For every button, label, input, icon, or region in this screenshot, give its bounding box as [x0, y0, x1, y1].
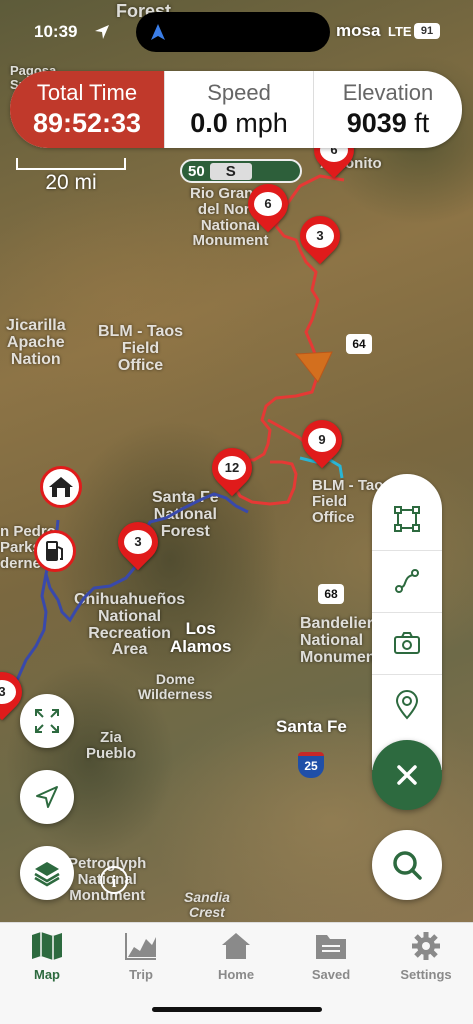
- status-bar: 10:39 LTE 91: [0, 0, 473, 64]
- gear-icon: [412, 932, 440, 960]
- tab-saved[interactable]: Saved: [284, 931, 378, 982]
- tab-map[interactable]: Map: [0, 931, 94, 982]
- lodging-poi-marker[interactable]: [40, 466, 86, 516]
- elevation-label: Elevation: [342, 80, 434, 105]
- total-time-value: 89:52:33: [32, 108, 142, 138]
- camera-icon: [394, 632, 420, 654]
- tab-trip[interactable]: Trip: [94, 931, 188, 982]
- map-tools-toolbar: [372, 474, 442, 770]
- elevation-unit: ft: [414, 108, 430, 138]
- speed-limit-number: 50: [188, 162, 205, 180]
- location-services-icon: [95, 25, 109, 39]
- layers-icon: [34, 862, 60, 887]
- speed-value: 0.0: [190, 108, 228, 138]
- battery-indicator: 91: [414, 23, 440, 39]
- home-indicator: [152, 1007, 322, 1012]
- fuel-poi-marker[interactable]: [34, 530, 80, 580]
- trip-stats-bar: Total Time 89:52:33 Speed 0.0 mph Elevat…: [10, 71, 462, 148]
- add-photo-tool[interactable]: [372, 612, 442, 675]
- scale-bar-line: [16, 158, 126, 170]
- close-tools-button[interactable]: [372, 740, 442, 810]
- network-indicator: LTE: [388, 24, 412, 39]
- map-scale-bar: 20 mi: [16, 158, 126, 195]
- lodging-icon: [49, 477, 73, 497]
- scale-bar-label: 20 mi: [45, 171, 97, 194]
- status-time: 10:39: [34, 22, 78, 41]
- search-button[interactable]: [372, 830, 442, 900]
- map-pin[interactable]: 9: [293, 411, 351, 474]
- waypoint-pin-icon: [395, 690, 419, 720]
- total-time-label: Total Time: [36, 80, 138, 105]
- dynamic-island: [136, 12, 330, 52]
- chart-icon: [125, 933, 156, 960]
- locate-me-button[interactable]: [20, 770, 74, 824]
- speed-stat: Speed 0.0 mph: [164, 71, 313, 148]
- speed-value-row: 0.0 mph: [190, 108, 288, 139]
- map-layers-button[interactable]: [20, 846, 74, 900]
- speed-label: Speed: [207, 80, 271, 105]
- map-pin[interactable]: 3: [291, 207, 349, 270]
- elevation-value: 9039: [346, 108, 407, 138]
- search-icon: [393, 851, 422, 880]
- tab-settings[interactable]: Settings: [379, 931, 473, 982]
- area-select-tool[interactable]: [372, 488, 442, 551]
- location-arrow-icon: [36, 786, 58, 808]
- fuel-icon: [46, 541, 63, 561]
- speed-limit-badge: 50 S: [180, 159, 302, 183]
- route-draw-tool[interactable]: [372, 550, 442, 613]
- map-pin[interactable]: 6: [239, 175, 297, 238]
- close-icon: [397, 765, 417, 785]
- map-icon: [32, 932, 62, 960]
- elevation-value-row: 9039 ft: [347, 108, 430, 139]
- home-icon: [222, 933, 250, 959]
- area-select-icon: [394, 506, 420, 532]
- navigation-arrow-icon: [151, 24, 165, 40]
- folder-icon: [316, 935, 346, 959]
- tab-label-home: Home: [217, 967, 255, 982]
- total-time-stat: Total Time 89:52:33: [10, 71, 164, 148]
- elevation-stat: Elevation 9039 ft: [313, 71, 462, 148]
- tab-label-map: Map: [34, 967, 60, 982]
- tab-label-trip: Trip: [129, 967, 153, 982]
- info-button[interactable]: i: [100, 866, 128, 894]
- tab-label-saved: Saved: [311, 967, 351, 982]
- info-icon: i: [111, 872, 117, 891]
- expand-icon: [35, 709, 59, 733]
- tab-label-settings: Settings: [400, 967, 452, 982]
- fit-route-button[interactable]: [20, 694, 74, 748]
- speed-unit: mph: [235, 108, 288, 138]
- map-pin[interactable]: 12: [203, 439, 261, 502]
- speed-limit-letter: S: [209, 162, 252, 180]
- tab-home[interactable]: Home: [189, 931, 283, 982]
- add-waypoint-tool[interactable]: [372, 674, 442, 736]
- route-path-icon: [395, 569, 419, 593]
- map-pin[interactable]: 3: [109, 513, 167, 576]
- map-pin[interactable]: 3: [0, 663, 31, 726]
